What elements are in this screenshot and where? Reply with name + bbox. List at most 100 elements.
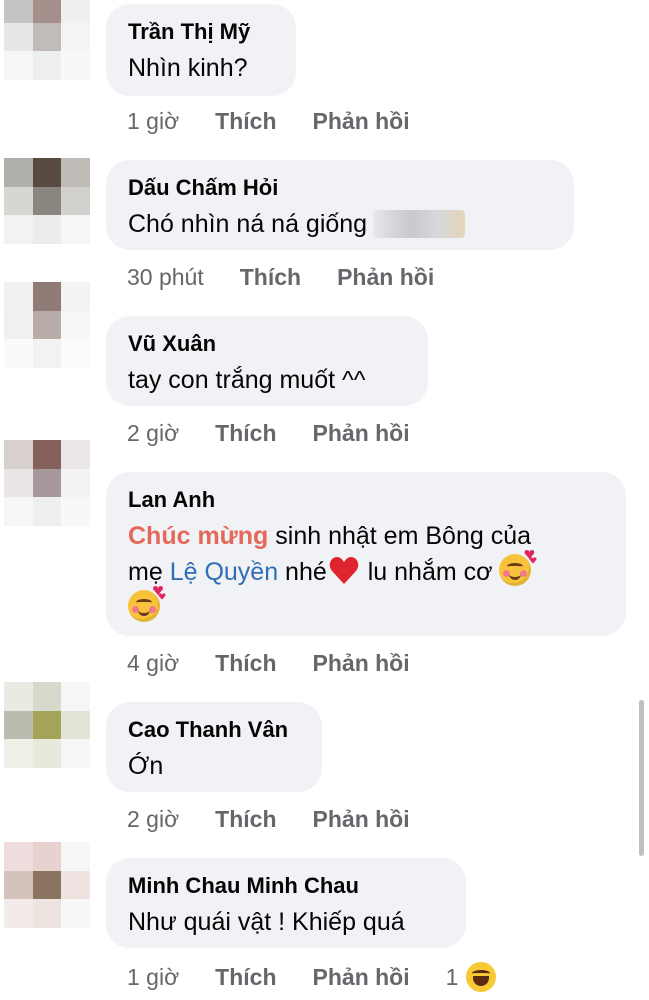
haha-reaction-icon: [466, 962, 497, 992]
avatar-pixel: [32, 186, 62, 216]
reply-button[interactable]: Phản hồi: [337, 264, 434, 291]
avatar-pixel: [32, 282, 62, 311]
comment-actions: 1 giờ Thích Phản hồi: [127, 108, 446, 135]
comment-bubble: Trần Thị Mỹ Nhìn kinh?: [106, 4, 296, 96]
avatar-pixel: [61, 282, 90, 311]
comment-time[interactable]: 1 giờ: [127, 108, 179, 135]
avatar-pixel: [32, 22, 62, 52]
comment-text-content: sinh nhật em Bông của: [268, 522, 531, 550]
avatar-pixel: [32, 158, 62, 187]
reaction-count: 1: [445, 963, 459, 990]
reply-button[interactable]: Phản hồi: [313, 108, 410, 135]
comment-author[interactable]: Trần Thị Mỹ: [128, 18, 274, 46]
comment-actions: 1 giờ Thích Phản hồi 1: [127, 962, 497, 992]
reply-button[interactable]: Phản hồi: [313, 420, 410, 447]
like-button[interactable]: Thích: [215, 964, 276, 991]
avatar-pixel: [32, 0, 62, 23]
avatar-pixel: [4, 215, 33, 244]
comment-time[interactable]: 30 phút: [127, 264, 204, 291]
avatar-pixel: [61, 186, 90, 216]
like-button[interactable]: Thích: [215, 650, 276, 677]
scrollbar[interactable]: [639, 700, 644, 856]
avatar-pixel: [4, 22, 33, 52]
comment-time[interactable]: 2 giờ: [127, 806, 179, 833]
avatar-pixel: [32, 440, 62, 469]
comment-author[interactable]: Cao Thanh Vân: [128, 716, 300, 744]
like-button[interactable]: Thích: [215, 420, 276, 447]
comment-actions: 30 phút Thích Phản hồi: [127, 264, 470, 291]
comment-bubble: Dấu Chấm Hỏi Chó nhìn ná ná giống: [106, 160, 574, 250]
avatar-pixel: [32, 215, 62, 244]
comment-author[interactable]: Lan Anh: [128, 486, 604, 514]
avatar-pixel: [32, 497, 62, 526]
comment-text-content: Chó nhìn ná ná giống: [128, 210, 368, 238]
avatar-pixel: [61, 158, 90, 187]
avatar-pixel: [4, 51, 33, 80]
avatar-pixel: [61, 899, 90, 928]
reply-button[interactable]: Phản hồi: [313, 650, 410, 677]
avatar-pixel: [4, 870, 33, 900]
comment-time[interactable]: 2 giờ: [127, 420, 179, 447]
comment-author[interactable]: Minh Chau Minh Chau: [128, 872, 444, 900]
avatar-pixel: [32, 739, 62, 768]
comment-text: tay con trắng muốt ^^: [128, 366, 366, 394]
comment-bubble: Minh Chau Minh Chau Như quái vật ! Khiếp…: [106, 858, 466, 948]
avatar[interactable]: [4, 682, 90, 768]
like-button[interactable]: Thích: [215, 806, 276, 833]
avatar-pixel: [4, 682, 33, 711]
avatar-pixel: [4, 186, 33, 216]
comment-time[interactable]: 1 giờ: [127, 964, 179, 991]
avatar-pixel: [61, 870, 90, 900]
comment-author[interactable]: Vũ Xuân: [128, 330, 406, 358]
comment-text-content: mẹ: [128, 558, 170, 586]
avatar-pixel: [4, 710, 33, 740]
reply-button[interactable]: Phản hồi: [313, 806, 410, 833]
avatar-pixel: [4, 497, 33, 526]
avatar[interactable]: [4, 282, 90, 368]
avatar-pixel: [61, 339, 90, 368]
comment-actions: 2 giờ Thích Phản hồi: [127, 806, 446, 833]
highlighted-text: Chúc mừng: [128, 522, 269, 550]
comment-text: Như quái vật ! Khiếp quá: [128, 908, 405, 936]
avatar[interactable]: [4, 0, 90, 80]
comment-time[interactable]: 4 giờ: [127, 650, 179, 677]
smiling-face-with-hearts-icon: [128, 590, 160, 622]
reply-button[interactable]: Phản hồi: [313, 964, 410, 991]
like-button[interactable]: Thích: [240, 264, 301, 291]
avatar-pixel: [61, 310, 90, 340]
comment-actions: 2 giờ Thích Phản hồi: [127, 420, 446, 447]
avatar-pixel: [32, 682, 62, 711]
comment-text: Chó nhìn ná ná giống: [128, 206, 552, 242]
avatar-pixel: [61, 440, 90, 469]
like-button[interactable]: Thích: [215, 108, 276, 135]
reaction-summary[interactable]: 1: [446, 962, 497, 992]
avatar-pixel: [4, 310, 33, 340]
avatar-pixel: [32, 310, 62, 340]
avatar-pixel: [32, 870, 62, 900]
avatar-pixel: [61, 0, 90, 23]
avatar[interactable]: [4, 842, 90, 928]
avatar-pixel: [61, 22, 90, 52]
avatar-pixel: [61, 468, 90, 498]
avatar[interactable]: [4, 440, 90, 526]
comment-text-content: lu nhắm cơ: [360, 558, 500, 586]
avatar-pixel: [61, 739, 90, 768]
avatar-pixel: [4, 282, 33, 311]
blurred-content: [373, 210, 466, 238]
avatar-pixel: [61, 51, 90, 80]
avatar-pixel: [4, 339, 33, 368]
avatar-pixel: [61, 842, 90, 871]
avatar-pixel: [61, 497, 90, 526]
avatar[interactable]: [4, 158, 90, 244]
avatar-pixel: [61, 710, 90, 740]
comment-actions: 4 giờ Thích Phản hồi: [127, 650, 446, 677]
avatar-pixel: [4, 468, 33, 498]
comment-bubble: Vũ Xuân tay con trắng muốt ^^: [106, 316, 428, 406]
comment-author[interactable]: Dấu Chấm Hỏi: [128, 174, 552, 202]
avatar-pixel: [32, 468, 62, 498]
comment-text: Nhìn kinh?: [128, 54, 248, 82]
avatar-pixel: [32, 710, 62, 740]
comment-text: Chúc mừng sinh nhật em Bông của mẹ Lệ Qu…: [128, 518, 604, 626]
avatar-pixel: [32, 339, 62, 368]
tagged-user-link[interactable]: Lệ Quyền: [170, 558, 278, 586]
